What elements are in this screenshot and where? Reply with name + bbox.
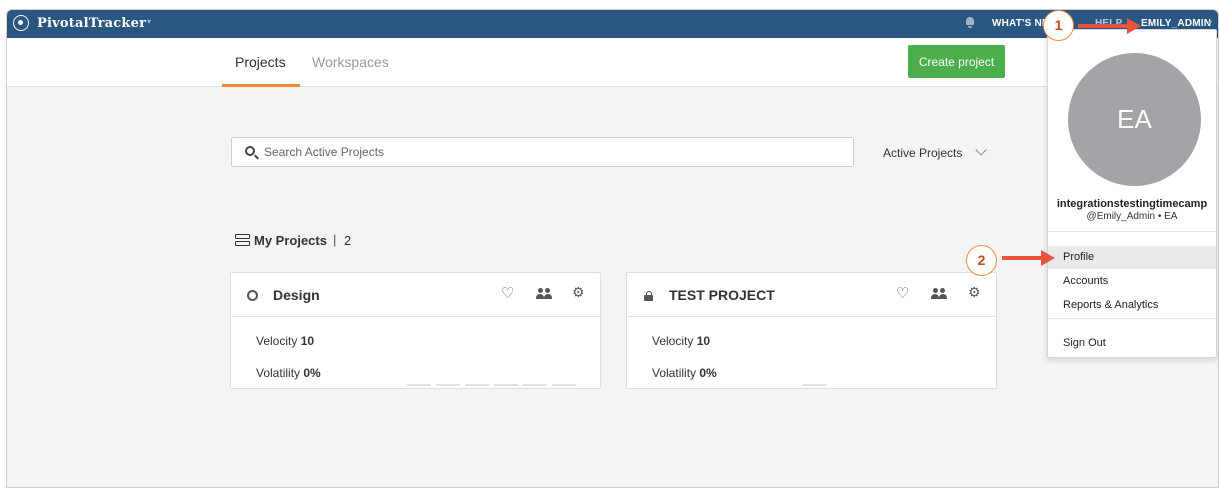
arrow-icon bbox=[1078, 18, 1141, 34]
section-separator: | bbox=[333, 232, 337, 247]
volatility-label: Volatility bbox=[652, 366, 697, 380]
notifications-bell-icon[interactable] bbox=[965, 16, 975, 28]
menu-item-accounts[interactable]: Accounts bbox=[1048, 270, 1216, 293]
volatility-label: Volatility bbox=[256, 366, 301, 380]
menu-divider bbox=[1048, 231, 1216, 232]
step-callout-2: 2 bbox=[966, 245, 997, 276]
user-menu-toggle[interactable]: EMILY_ADMIN bbox=[1141, 18, 1211, 29]
volatility-value: 0% bbox=[303, 366, 321, 380]
projects-list-icon bbox=[235, 234, 250, 246]
velocity-stat: Velocity 10 bbox=[652, 334, 710, 348]
velocity-value: 10 bbox=[300, 334, 315, 348]
project-filter-dropdown[interactable]: Active Projects bbox=[883, 146, 962, 160]
heart-icon[interactable]: ♡ bbox=[896, 286, 909, 301]
search-input[interactable] bbox=[264, 138, 844, 166]
members-icon[interactable] bbox=[535, 288, 553, 300]
project-card-design[interactable]: Design ♡ ⚙ Velocity 10 Volatility 0% bbox=[230, 272, 601, 389]
volatility-stat: Volatility 0% bbox=[652, 366, 717, 380]
members-icon[interactable] bbox=[930, 288, 948, 300]
velocity-label: Velocity bbox=[652, 334, 694, 348]
card-header: TEST PROJECT ♡ ⚙ bbox=[627, 273, 996, 317]
project-name[interactable]: TEST PROJECT bbox=[669, 287, 775, 303]
section-title: My Projects bbox=[254, 233, 327, 248]
project-name[interactable]: Design bbox=[273, 287, 320, 303]
menu-item-sign-out[interactable]: Sign Out bbox=[1048, 332, 1216, 355]
pivotal-tracker-logo-icon[interactable] bbox=[13, 15, 29, 31]
velocity-sparkline bbox=[407, 384, 581, 387]
search-icon bbox=[245, 146, 255, 156]
gear-icon[interactable]: ⚙ bbox=[968, 285, 981, 299]
step-callout-1: 1 bbox=[1043, 10, 1074, 41]
volatility-value: 0% bbox=[699, 366, 717, 380]
project-count: 2 bbox=[344, 233, 352, 248]
project-card-test-project[interactable]: TEST PROJECT ♡ ⚙ Velocity 10 Volatility … bbox=[626, 272, 997, 389]
brand-name[interactable]: PivotalTracker bbox=[37, 16, 146, 31]
globe-icon bbox=[247, 290, 258, 301]
volatility-stat: Volatility 0% bbox=[256, 366, 321, 380]
search-box[interactable] bbox=[231, 137, 854, 167]
top-navigation-bar: PivotalTracker ▾ WHAT'S NEW HELP EMILY_A… bbox=[7, 10, 1218, 38]
create-project-button[interactable]: Create project bbox=[908, 45, 1005, 78]
tabs-bar: Projects Workspaces Create project bbox=[7, 38, 1218, 87]
gear-icon[interactable]: ⚙ bbox=[572, 285, 585, 299]
chevron-down-icon[interactable] bbox=[975, 144, 987, 156]
tab-projects[interactable]: Projects bbox=[235, 54, 286, 70]
tab-workspaces[interactable]: Workspaces bbox=[312, 54, 389, 70]
user-handle: @Emily_Admin • EA bbox=[1086, 211, 1178, 222]
lock-icon bbox=[644, 291, 654, 301]
user-dropdown-menu: EA integrationstestingtimecamp @Emily_Ad… bbox=[1047, 29, 1217, 358]
arrow-icon bbox=[1002, 250, 1055, 266]
velocity-stat: Velocity 10 bbox=[256, 334, 314, 348]
user-caret-icon[interactable]: ▾ bbox=[1208, 18, 1212, 27]
menu-item-reports-analytics[interactable]: Reports & Analytics bbox=[1048, 294, 1216, 317]
menu-divider bbox=[1048, 318, 1216, 319]
brand-caret-icon[interactable]: ▾ bbox=[147, 17, 151, 26]
app-window: PivotalTracker ▾ WHAT'S NEW HELP EMILY_A… bbox=[6, 9, 1219, 488]
velocity-value: 10 bbox=[696, 334, 711, 348]
menu-item-profile[interactable]: Profile bbox=[1048, 246, 1216, 269]
heart-icon[interactable]: ♡ bbox=[501, 286, 514, 301]
velocity-sparkline bbox=[803, 384, 832, 387]
account-name: integrationstestingtimecamp bbox=[1056, 198, 1208, 210]
avatar: EA bbox=[1068, 53, 1201, 186]
card-header: Design ♡ ⚙ bbox=[231, 273, 600, 317]
velocity-label: Velocity bbox=[256, 334, 298, 348]
active-tab-indicator bbox=[222, 84, 300, 87]
